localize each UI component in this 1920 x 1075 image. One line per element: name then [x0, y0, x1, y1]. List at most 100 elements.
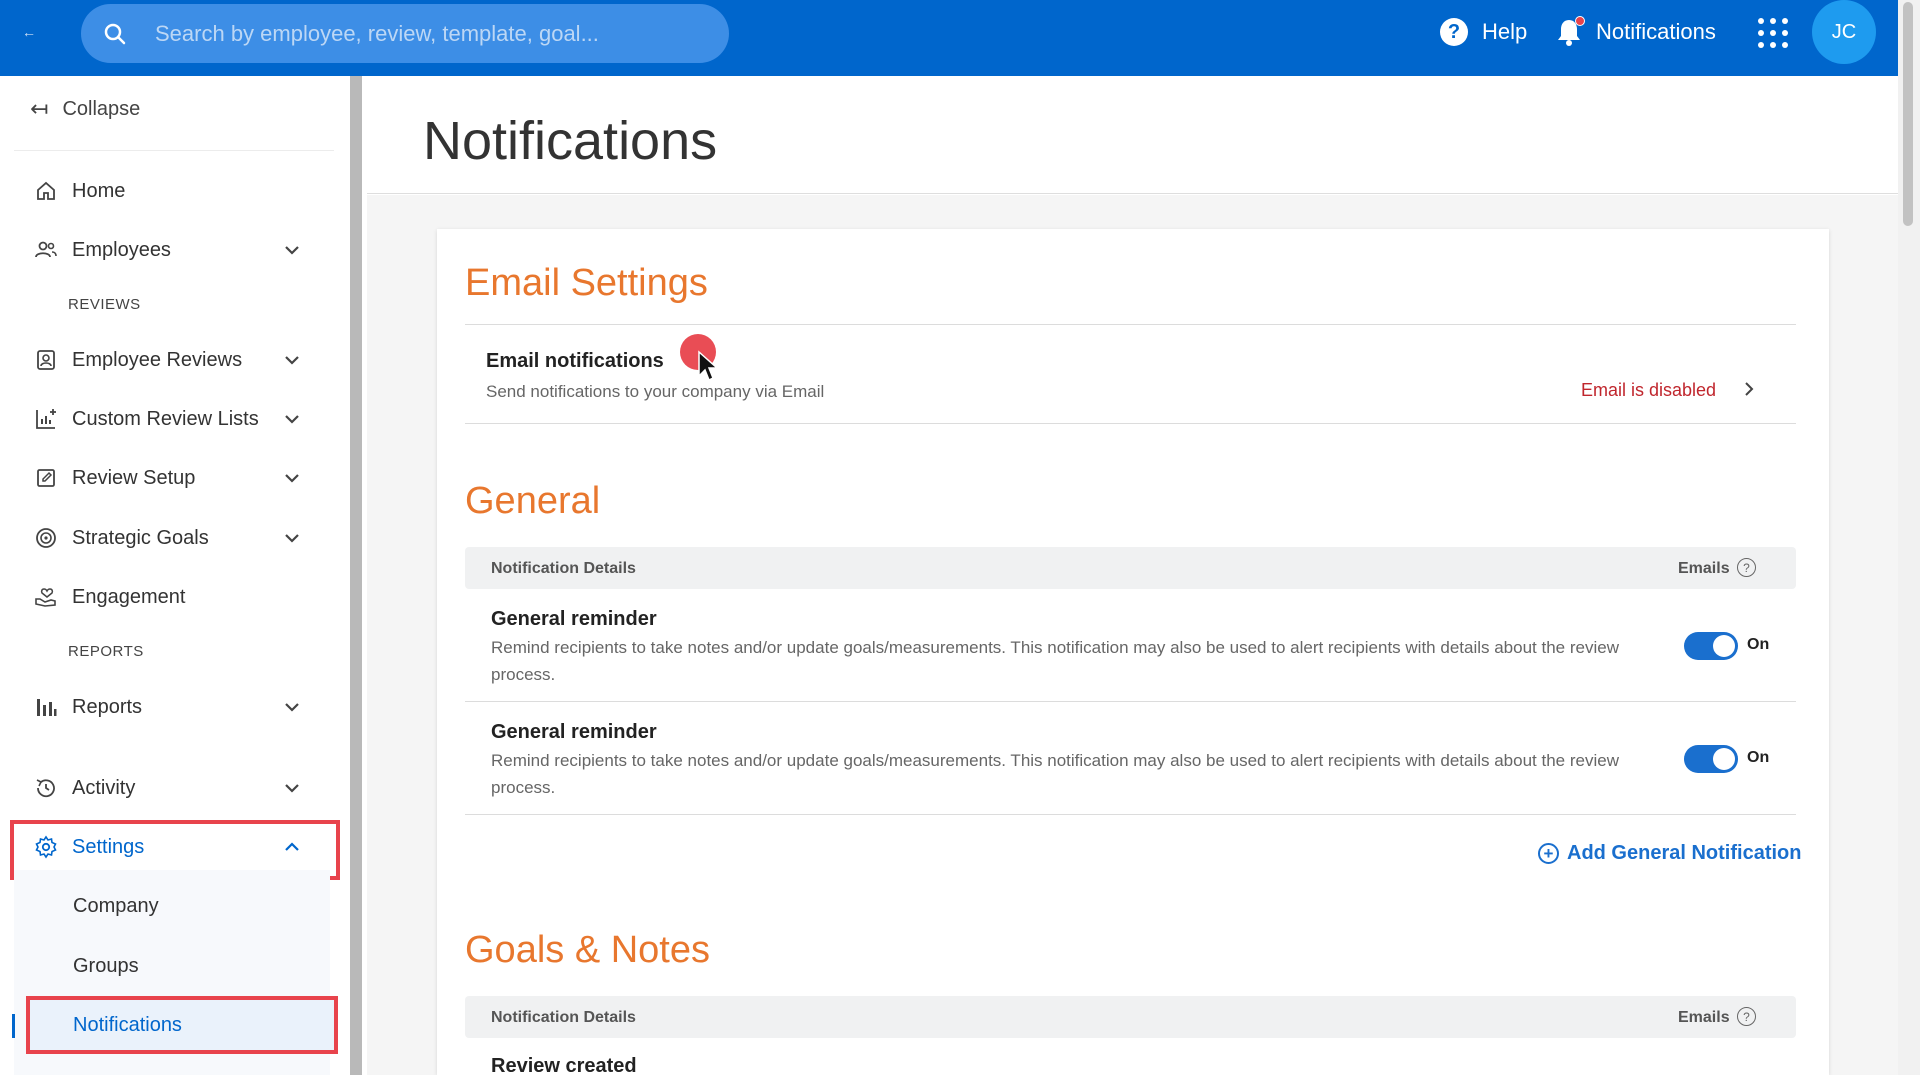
edit-square-icon: [37, 469, 55, 487]
subnav-item-company[interactable]: Company: [73, 895, 159, 918]
notification-badge: [1575, 16, 1585, 26]
sidebar-item-label: Activity: [72, 776, 136, 799]
help-label: Help: [1482, 19, 1528, 44]
scrollbar-thumb[interactable]: [1903, 2, 1913, 226]
search-icon: [104, 23, 126, 45]
sidebar-item-employees[interactable]: Employees: [14, 225, 334, 275]
table-header-general: Notification Details Emails ?: [465, 547, 1796, 589]
section-title-general: General: [465, 480, 601, 522]
chevron-down-icon[interactable]: [282, 697, 302, 717]
active-indicator: [12, 1014, 15, 1038]
sidebar-item-label: Reports: [72, 695, 143, 718]
sidebar-item-label: Employees: [72, 238, 171, 261]
section-title-email-settings: Email Settings: [465, 262, 708, 304]
back-arrow-icon[interactable]: ←: [22, 24, 36, 40]
column-emails: Emails: [1678, 560, 1730, 577]
bell-icon: [1556, 16, 1585, 47]
section-label-reviews: REVIEWS: [68, 296, 141, 313]
notifications-label: Notifications: [1596, 19, 1716, 44]
email-notifications-desc: Send notifications to your company via E…: [486, 382, 825, 401]
sidebar-item-label: Strategic Goals: [72, 526, 209, 549]
collapse-button[interactable]: ↤ Collapse: [30, 96, 140, 122]
page-title: Notifications: [423, 111, 718, 171]
plus-circle-icon: +: [1538, 843, 1559, 864]
page-scrollbar[interactable]: [1898, 0, 1920, 1075]
add-general-notification-label: Add General Notification: [1567, 842, 1802, 864]
search-input[interactable]: [155, 4, 705, 63]
notifications-button[interactable]: Notifications: [1556, 14, 1716, 50]
chevron-up-icon[interactable]: [282, 837, 302, 857]
section-label-reports: REPORTS: [68, 643, 144, 660]
sidebar-item-custom-review-lists[interactable]: Custom Review Lists: [14, 394, 334, 444]
help-icon: ?: [1440, 18, 1468, 46]
notification-row-desc-line: process.: [491, 665, 556, 684]
mouse-cursor-icon: [698, 350, 719, 382]
chevron-down-icon[interactable]: [282, 409, 302, 429]
apps-grid-icon[interactable]: [1758, 18, 1788, 48]
notification-row-desc-line: Remind recipients to take notes and/or u…: [491, 751, 1619, 770]
sidebar-item-label: Settings: [72, 835, 145, 858]
toggle-knob: [1713, 635, 1735, 657]
toggle-label: On: [1747, 749, 1770, 766]
sidebar-item-label: Engagement: [72, 585, 186, 608]
subnav-item-groups[interactable]: Groups: [73, 955, 139, 978]
toggle-label: On: [1747, 636, 1770, 653]
sidebar-item-label: Review Setup: [72, 466, 196, 489]
people-icon: [35, 241, 57, 258]
page-header: Notifications: [367, 76, 1898, 194]
sidebar-item-employee-reviews[interactable]: Employee Reviews: [14, 335, 334, 385]
help-button[interactable]: ? Help: [1440, 16, 1527, 48]
chevron-right-icon[interactable]: [1742, 380, 1756, 398]
home-icon: [37, 181, 55, 200]
notification-row-desc-line: process.: [491, 778, 556, 797]
sidebar-item-label: Custom Review Lists: [72, 407, 259, 430]
sidebar-item-settings[interactable]: Settings: [14, 822, 334, 872]
email-notifications-title: Email notifications: [486, 350, 664, 372]
section-title-goals-notes: Goals & Notes: [465, 929, 710, 971]
user-avatar[interactable]: JC: [1812, 0, 1876, 64]
divider: [465, 423, 1796, 424]
notification-row-desc-line: Remind recipients to take notes and/or u…: [491, 638, 1619, 657]
gear-icon: [35, 835, 57, 859]
sidebar-scrollbar[interactable]: [350, 76, 362, 1075]
chevron-down-icon[interactable]: [282, 468, 302, 488]
email-toggle[interactable]: [1684, 632, 1738, 660]
email-status[interactable]: Email is disabled: [1581, 380, 1716, 401]
column-notification-details: Notification Details: [491, 560, 636, 577]
notification-row-desc: Remind recipients to take notes and/or u…: [491, 634, 1619, 688]
help-circle-icon[interactable]: ?: [1737, 558, 1756, 577]
add-general-notification-button[interactable]: + Add General Notification: [1538, 842, 1801, 865]
divider: [465, 814, 1796, 815]
column-notification-details: Notification Details: [491, 1009, 636, 1026]
sidebar-item-review-setup[interactable]: Review Setup: [14, 453, 334, 503]
collapse-label: Collapse: [62, 97, 141, 120]
subnav-item-notifications[interactable]: Notifications: [73, 1014, 182, 1037]
review-badge-icon: [37, 350, 55, 370]
hand-heart-icon: [35, 588, 56, 607]
top-bar: ← ? Help Notifications JC: [0, 0, 1898, 76]
sidebar-item-label: Employee Reviews: [72, 348, 243, 371]
sidebar-item-home[interactable]: Home: [14, 166, 334, 216]
email-toggle[interactable]: [1684, 745, 1738, 773]
toggle-knob: [1713, 748, 1735, 770]
collapse-arrow-icon: ↤: [30, 96, 49, 121]
column-emails: Emails: [1678, 1009, 1730, 1026]
help-circle-icon[interactable]: ?: [1737, 1007, 1756, 1026]
target-icon: [36, 528, 56, 548]
notification-row-title: Review created: [491, 1055, 637, 1075]
chart-plus-icon: [36, 409, 56, 429]
sidebar-item-strategic-goals[interactable]: Strategic Goals: [14, 513, 334, 563]
notification-row-desc: Remind recipients to take notes and/or u…: [491, 747, 1619, 801]
sidebar-item-activity[interactable]: Activity: [14, 763, 334, 813]
chevron-down-icon[interactable]: [282, 240, 302, 260]
sidebar-item-reports[interactable]: Reports: [14, 682, 334, 732]
notification-row-title: General reminder: [491, 721, 657, 743]
chevron-down-icon[interactable]: [282, 778, 302, 798]
chevron-down-icon[interactable]: [282, 528, 302, 548]
chevron-down-icon[interactable]: [282, 350, 302, 370]
divider: [465, 324, 1796, 325]
sidebar-item-engagement[interactable]: Engagement: [14, 572, 334, 622]
global-search[interactable]: [81, 4, 729, 63]
sidebar-divider: [14, 150, 334, 151]
bar-chart-icon: [37, 699, 57, 716]
